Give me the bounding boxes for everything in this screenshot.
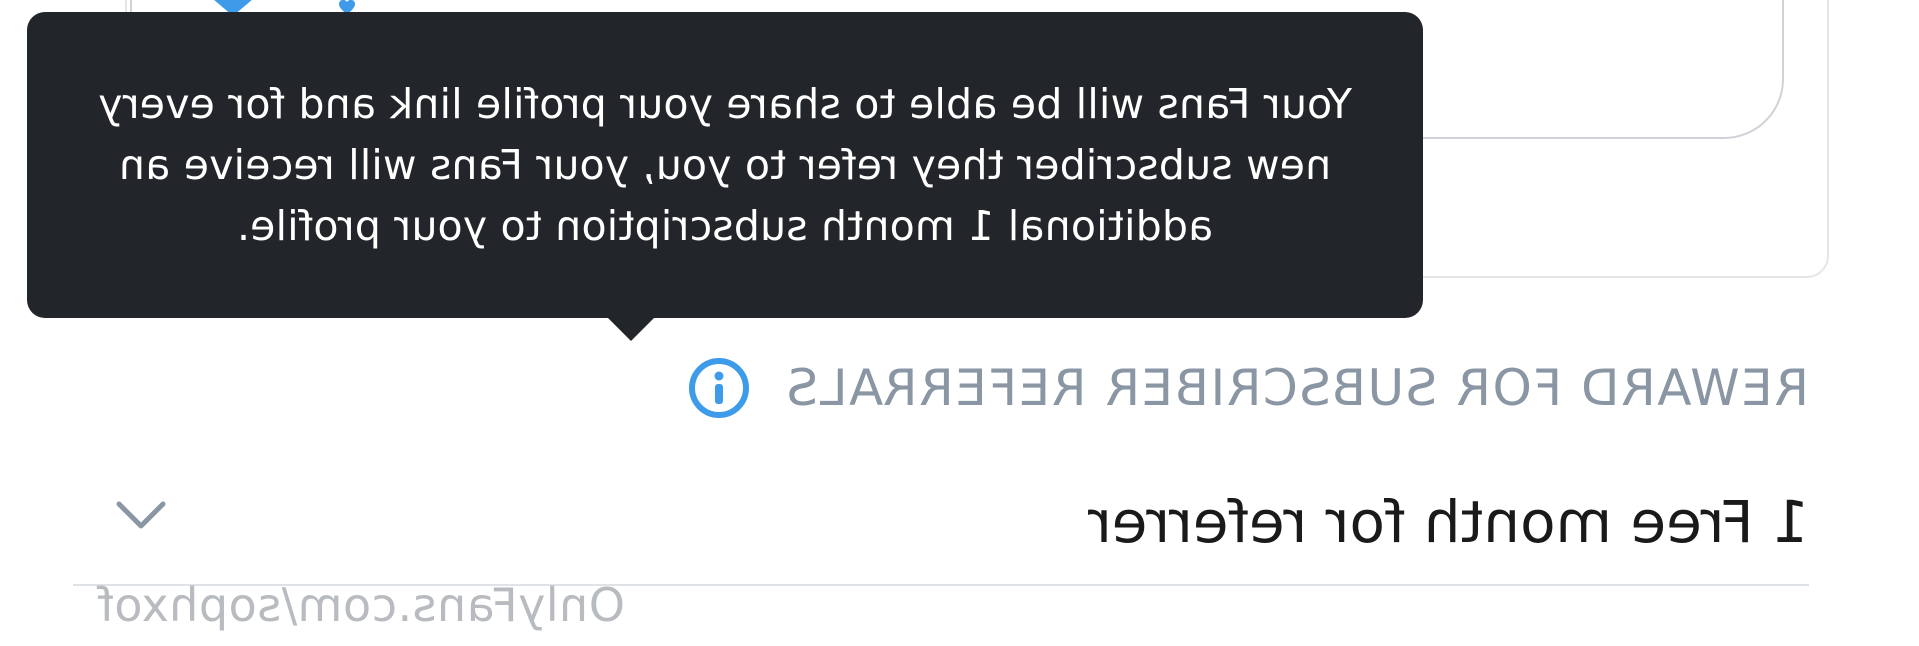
tooltip-text: Your Fans will be able to share your pro… [98,79,1352,250]
mirrored-screen: Your Fans will be able to share your pro… [0,0,1919,646]
info-tooltip: Your Fans will be able to share your pro… [27,12,1423,318]
watermark: OnlyFans.com/sophxof [97,578,625,632]
chevron-down-icon[interactable] [113,496,169,532]
referral-section-header: REWARD FOR SUBSCRIBER REFERRALS [687,352,1809,424]
reward-select-value: 1 Free month for referrer [1087,488,1809,556]
reward-select[interactable]: 1 Free month for referrer [73,470,1809,586]
tooltip-arrow [607,317,655,341]
info-circle-icon[interactable] [687,356,751,420]
section-title: REWARD FOR SUBSCRIBER REFERRALS [785,359,1809,417]
